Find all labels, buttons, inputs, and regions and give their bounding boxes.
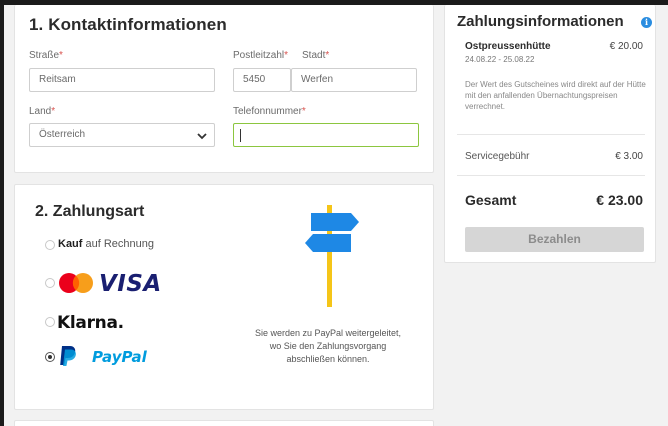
payment-title: 2. Zahlungsart [35,203,145,220]
next-section-card [14,420,434,426]
pay-button[interactable]: Bezahlen [465,227,644,252]
zip-label: Postleitzahl* [233,50,289,61]
summary-title: Zahlungsinformationen [457,13,624,30]
paypal-redirect-note: Sie werden zu PayPal weitergeleitet, wo … [254,328,402,364]
total-value: € 23.00 [596,192,643,208]
contact-card: 1. Kontaktinformationen Straße* Reitsam … [14,5,434,173]
zip-input[interactable]: 5450 [233,68,291,92]
phone-input[interactable] [233,123,419,147]
street-input[interactable]: Reitsam [29,68,215,92]
radio-paypal[interactable] [45,352,55,362]
street-label: Straße* [29,50,63,61]
payment-card: 2. Zahlungsart Kauf auf Rechnung VISA Kl… [14,184,434,410]
info-icon[interactable]: i [641,17,652,28]
mastercard-icon [59,273,93,293]
summary-divider-1 [457,134,645,135]
paypal-logo-icon [60,346,76,366]
invoice-option-label[interactable]: Kauf auf Rechnung [58,238,154,250]
hut-name: Ostpreussenhütte [465,41,551,52]
service-fee-label: Servicegebühr [465,151,530,162]
service-fee-value: € 3.00 [615,151,643,162]
klarna-logo[interactable]: Klarna. [57,313,124,333]
window-frame-left [0,0,4,426]
hut-dates: 24.08.22 - 25.08.22 [465,55,535,64]
radio-invoice[interactable] [45,240,55,250]
city-input[interactable]: Werfen [291,68,417,92]
paypal-logo[interactable]: PayPal [92,348,147,366]
country-select-value: Österreich [39,129,86,140]
summary-divider-2 [457,175,645,176]
signpost-icon [305,205,359,307]
city-label: Stadt* [302,50,330,61]
phone-label: Telefonnummer* [233,106,306,117]
country-label: Land* [29,106,56,117]
radio-klarna[interactable] [45,317,55,327]
chevron-down-icon [197,133,207,140]
contact-title: 1. Kontaktinformationen [29,15,227,34]
hut-price: € 20.00 [609,41,643,52]
radio-visa[interactable] [45,278,55,288]
total-label: Gesamt [465,192,517,208]
voucher-note: Der Wert des Gutscheines wird direkt auf… [465,80,646,111]
payment-summary-card: Zahlungsinformationen i Ostpreussenhütte… [444,5,656,263]
country-select[interactable]: Österreich [29,123,215,147]
visa-logo[interactable]: VISA [99,271,162,297]
text-caret [240,129,241,142]
